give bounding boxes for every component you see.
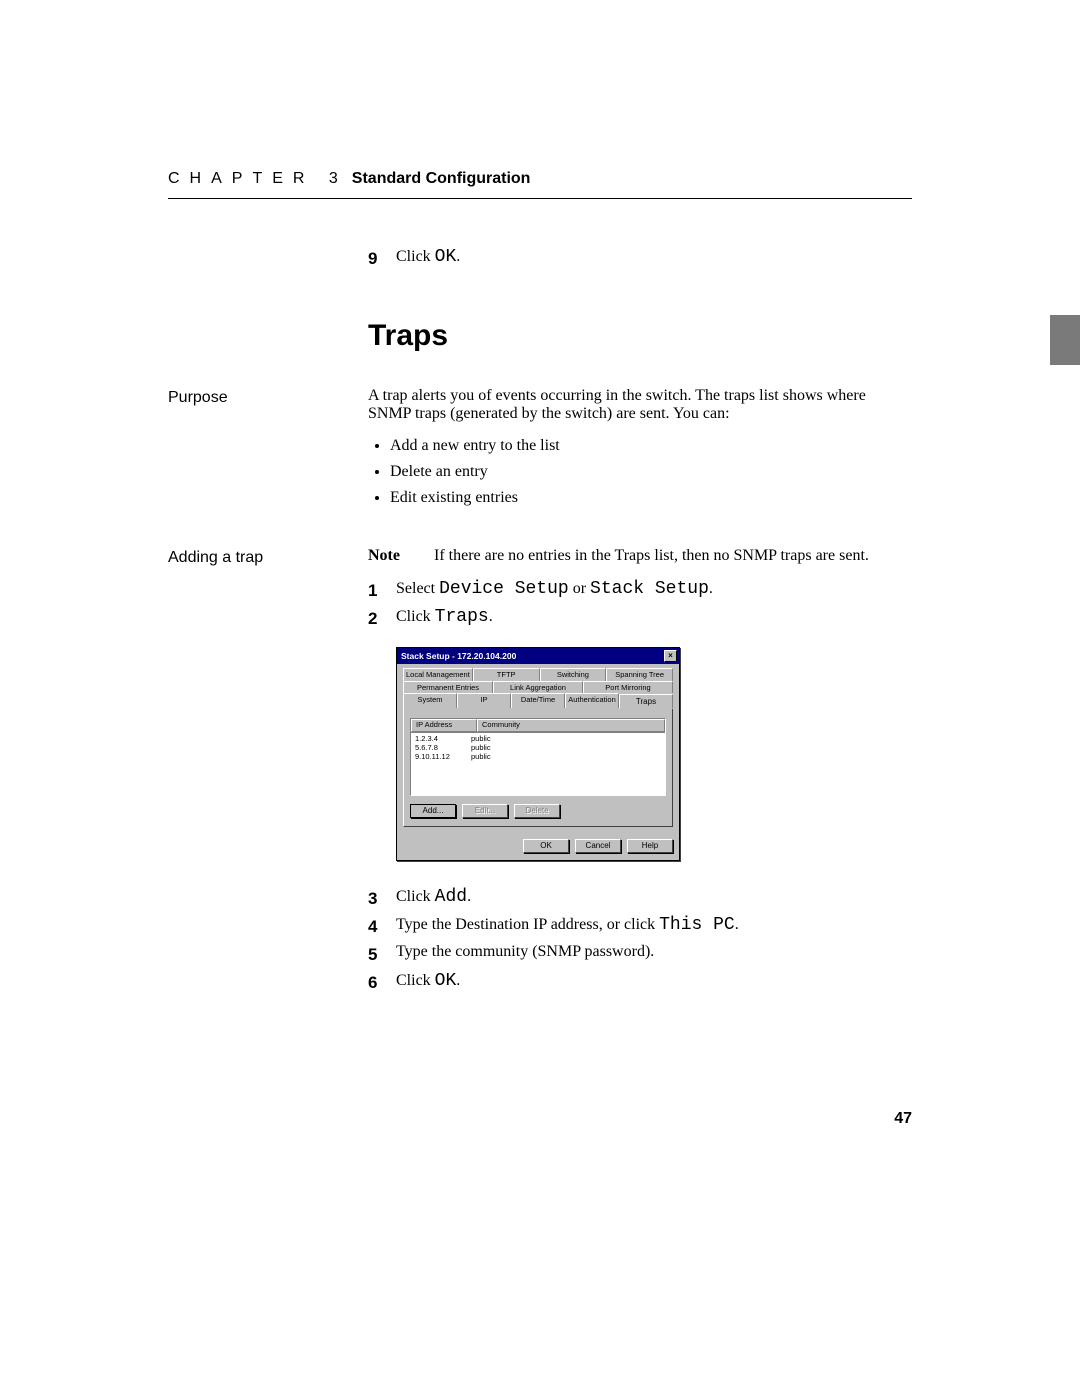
- tab-traps[interactable]: Traps: [619, 694, 673, 709]
- traps-listbox[interactable]: IP Address Community 1.2.3.4 public 5.6.…: [410, 718, 666, 796]
- step-text: Click Traps.: [396, 607, 493, 629]
- bullet-item: Delete an entry: [390, 463, 912, 481]
- tab-ip[interactable]: IP: [457, 693, 511, 708]
- step-3: 3 Click Add.: [368, 887, 912, 909]
- column-ip-address[interactable]: IP Address: [411, 719, 477, 732]
- step-9: 9 Click OK.: [368, 247, 912, 275]
- note-label: Note: [368, 547, 434, 565]
- dialog-footer: OK Cancel Help: [397, 833, 679, 860]
- column-community[interactable]: Community: [477, 719, 665, 732]
- delete-button[interactable]: Delete: [514, 804, 560, 818]
- purpose-text: A trap alerts you of events occurring in…: [368, 387, 912, 423]
- help-button[interactable]: Help: [627, 839, 673, 853]
- step-1: 1 Select Device Setup or Stack Setup.: [368, 579, 912, 601]
- tab-local-management[interactable]: Local Management: [403, 668, 473, 681]
- step-number: 1: [368, 579, 396, 601]
- page-header: CHAPTER 3 Standard Configuration: [168, 170, 912, 199]
- edit-button[interactable]: Edit...: [462, 804, 508, 818]
- list-header: IP Address Community: [411, 719, 665, 733]
- purpose-label: Purpose: [168, 387, 368, 515]
- page: CHAPTER 3 Standard Configuration 9 Click…: [0, 0, 1080, 999]
- step-number: 9: [368, 247, 396, 269]
- step-4: 4 Type the Destination IP address, or cl…: [368, 915, 912, 937]
- list-button-row: Add... Edit... Delete: [410, 804, 666, 818]
- ok-button[interactable]: OK: [523, 839, 569, 853]
- tab-system[interactable]: System: [403, 693, 457, 708]
- add-button[interactable]: Add...: [410, 804, 456, 818]
- purpose-content: A trap alerts you of events occurring in…: [368, 387, 912, 515]
- step-text: Select Device Setup or Stack Setup.: [396, 579, 713, 601]
- close-icon[interactable]: ×: [664, 650, 677, 662]
- step-text: Type the community (SNMP password).: [396, 943, 654, 965]
- step-2: 2 Click Traps.: [368, 607, 912, 629]
- side-empty: [168, 247, 368, 275]
- step-number: 6: [368, 971, 396, 993]
- section-title: Traps: [368, 319, 912, 353]
- tab-switching[interactable]: Switching: [540, 668, 607, 681]
- chapter-title: Standard Configuration: [352, 170, 531, 188]
- page-number: 47: [894, 1110, 912, 1128]
- dialog-titlebar[interactable]: Stack Setup - 172.20.104.200 ×: [397, 648, 679, 664]
- tab-port-mirroring[interactable]: Port Mirroring: [583, 681, 673, 694]
- tab-spanning-tree[interactable]: Spanning Tree: [606, 668, 673, 681]
- tab-row-1: Local Management TFTP Switching Spanning…: [403, 668, 673, 681]
- step-6: 6 Click OK.: [368, 971, 912, 993]
- bullet-item: Add a new entry to the list: [390, 437, 912, 455]
- step-text: Click Add.: [396, 887, 471, 909]
- step-number: 2: [368, 607, 396, 629]
- step-text: Click OK.: [396, 971, 460, 993]
- purpose-bullets: Add a new entry to the list Delete an en…: [368, 437, 912, 507]
- step-5: 5 Type the community (SNMP password).: [368, 943, 912, 965]
- tab-row-3: System IP Date/Time Authentication Traps: [403, 693, 673, 708]
- note-text: If there are no entries in the Traps lis…: [434, 547, 869, 565]
- step-number: 4: [368, 915, 396, 937]
- note: Note If there are no entries in the Trap…: [368, 547, 912, 565]
- step-number: 5: [368, 943, 396, 965]
- list-item[interactable]: 5.6.7.8 public: [411, 743, 665, 752]
- adding-trap-label: Adding a trap: [168, 547, 368, 999]
- tab-panel-traps: IP Address Community 1.2.3.4 public 5.6.…: [403, 707, 673, 827]
- stack-setup-dialog: Stack Setup - 172.20.104.200 × Local Man…: [396, 647, 680, 861]
- chapter-label: CHAPTER 3: [168, 170, 348, 188]
- tab-row-2: Permanent Entries Link Aggregation Port …: [403, 681, 673, 694]
- step-text: Type the Destination IP address, or clic…: [396, 915, 739, 937]
- step-number: 3: [368, 887, 396, 909]
- cancel-button[interactable]: Cancel: [575, 839, 621, 853]
- dialog-title: Stack Setup - 172.20.104.200: [401, 652, 664, 661]
- side-empty-2: [168, 275, 368, 387]
- tab-datetime[interactable]: Date/Time: [511, 693, 565, 708]
- adding-trap-content: Note If there are no entries in the Trap…: [368, 547, 912, 999]
- bullet-item: Edit existing entries: [390, 489, 912, 507]
- list-item[interactable]: 1.2.3.4 public: [411, 734, 665, 743]
- tab-permanent-entries[interactable]: Permanent Entries: [403, 681, 493, 694]
- step-text: Click OK.: [396, 247, 460, 269]
- tab-authentication[interactable]: Authentication: [565, 693, 619, 708]
- list-item[interactable]: 9.10.11.12 public: [411, 752, 665, 761]
- tab-tftp[interactable]: TFTP: [473, 668, 540, 681]
- tab-link-aggregation[interactable]: Link Aggregation: [493, 681, 583, 694]
